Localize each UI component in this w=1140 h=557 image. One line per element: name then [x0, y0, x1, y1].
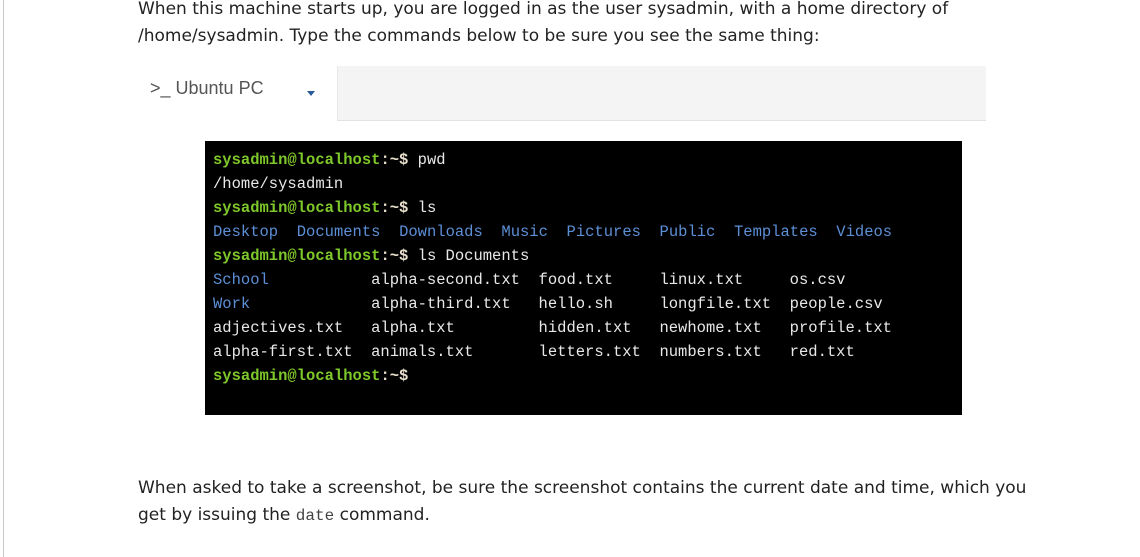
outro-paragraph: When asked to take a screenshot, be sure… — [138, 475, 1038, 530]
file-entry: alpha-third.txt — [371, 295, 511, 313]
file-entry: longfile.txt — [659, 295, 772, 313]
terminal-output: sysadmin@localhost:~$ pwd/home/sysadmin s… — [205, 141, 962, 415]
directory-entry: Videos — [836, 223, 893, 241]
file-entry: animals.txt — [371, 343, 474, 361]
prompt-suffix: :~$ — [380, 151, 409, 169]
directory-entry: Documents — [296, 223, 381, 241]
ls-output-line: adjectives.txt alpha.txt hidden.txt newhome… — [213, 316, 901, 340]
prompt-user: sysadmin@localhost — [213, 199, 381, 217]
file-entry: profile.txt — [789, 319, 892, 337]
directory-entry: Public — [659, 223, 716, 241]
intro-paragraph: When this machine starts up, you are log… — [138, 0, 949, 46]
directory-entry: Work — [213, 295, 251, 313]
file-entry: people.csv — [789, 295, 883, 313]
date-command-code: date — [295, 507, 335, 525]
directory-entry: School — [213, 271, 269, 289]
file-entry: alpha.txt — [371, 319, 455, 337]
file-entry: red.txt — [789, 343, 855, 361]
tab-panel — [337, 66, 986, 121]
file-entry: hello.sh — [538, 295, 613, 313]
prompt-user: sysadmin@localhost — [213, 247, 381, 265]
file-entry: newhome.txt — [659, 319, 762, 337]
output-line: /home/sysadmin — [213, 172, 343, 196]
prompt-suffix: :~$ — [380, 199, 409, 217]
prompt-line: sysadmin@localhost:~$ pwd — [213, 148, 446, 172]
file-entry: linux.txt — [659, 271, 744, 289]
ls-output-line: School alpha-second.txt food.txt linux.txt o… — [213, 268, 901, 292]
caret-down-icon[interactable] — [307, 91, 315, 96]
file-entry: adjectives.txt — [213, 319, 344, 337]
prompt-line: sysadmin@localhost:~$ ls — [213, 196, 436, 220]
file-entry: alpha-first.txt — [213, 343, 353, 361]
file-entry: numbers.txt — [659, 343, 762, 361]
file-entry: os.csv — [789, 271, 846, 289]
prompt-user: sysadmin@localhost — [213, 151, 381, 169]
file-entry: food.txt — [538, 271, 613, 289]
file-entry: letters.txt — [538, 343, 641, 361]
command-text: ls — [408, 199, 437, 217]
file-entry: alpha-second.txt — [371, 271, 520, 289]
directory-entry: Music — [501, 223, 548, 241]
directory-entry: Pictures — [566, 223, 641, 241]
command-text: ls Documents — [408, 247, 530, 265]
tab-ubuntu-pc[interactable]: >_ Ubuntu PC — [150, 78, 264, 99]
outro-text: When asked to take a screenshot, be sure… — [138, 478, 1027, 525]
prompt-line: sysadmin@localhost:~$ ls Documents — [213, 244, 529, 268]
directory-entry: Templates — [733, 223, 818, 241]
ls-output-line: Work alpha-third.txt hello.sh longfile.txt p… — [213, 292, 901, 316]
directory-entry: Desktop — [213, 223, 279, 241]
page-left-border — [3, 0, 4, 557]
outro-text-end: command. — [334, 505, 430, 525]
ls-output-line: Desktop Documents Downloads Music Pictur… — [213, 220, 892, 244]
prompt-line: sysadmin@localhost:~$ — [213, 364, 408, 388]
file-entry: hidden.txt — [538, 319, 632, 337]
command-text: pwd — [408, 151, 446, 169]
prompt-suffix: :~$ — [380, 247, 409, 265]
ls-output-line: alpha-first.txt animals.txt letters.txt num… — [213, 340, 901, 364]
prompt-user: sysadmin@localhost — [213, 367, 381, 385]
directory-entry: Downloads — [399, 223, 483, 241]
prompt-suffix: :~$ — [380, 367, 409, 385]
output-text: /home/sysadmin — [213, 175, 344, 193]
